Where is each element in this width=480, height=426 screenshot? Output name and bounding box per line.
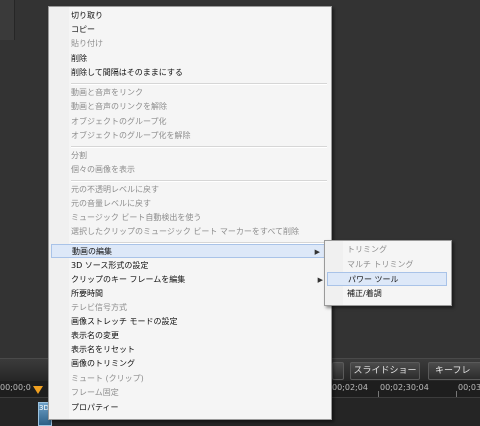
menu-item-properties[interactable]: プロパティー bbox=[69, 401, 329, 415]
menu-item-ungroup-objects[interactable]: オブジェクトのグループ化を解除 bbox=[69, 129, 329, 143]
menu-item-reset-volume[interactable]: 元の音量レベルに戻す bbox=[69, 197, 329, 211]
menu-separator bbox=[71, 146, 327, 148]
menu-item-music-beat-detect[interactable]: ミュージック ビート自動検出を使う bbox=[69, 211, 329, 225]
menu-item-edit-clip-keyframes[interactable]: クリップのキー フレームを編集 ▶ bbox=[69, 273, 329, 287]
menu-item-reset-name[interactable]: 表示名をリセット bbox=[69, 343, 329, 357]
submenu-item-power-tool[interactable]: パワー ツール bbox=[327, 272, 447, 286]
menu-item-crop-image[interactable]: 画像のトリミング bbox=[69, 357, 329, 371]
edit-video-submenu: トリミング マルチ トリミング パワー ツール 補正/着調 bbox=[324, 240, 452, 306]
menu-item-show-individual-images[interactable]: 個々の画像を表示 bbox=[69, 163, 329, 177]
menu-item-delete[interactable]: 削除 bbox=[69, 52, 329, 66]
menu-item-freeze-frame[interactable]: フレーム固定 bbox=[69, 386, 329, 400]
context-menu: 切り取り コピー 貼り付け 削除 削除して間隔はそのままにする 動画と音声をリン… bbox=[48, 6, 332, 420]
menu-item-remove-beat-markers[interactable]: 選択したクリップのミュージック ビート マーカーをすべて削除 bbox=[69, 225, 329, 239]
keyframe-button[interactable]: キーフレ bbox=[428, 362, 480, 380]
toolbar-button-partial[interactable] bbox=[332, 362, 344, 380]
ruler-tick bbox=[456, 391, 457, 397]
timecode-label: 00;03 bbox=[458, 383, 480, 392]
menu-item-split[interactable]: 分割 bbox=[69, 149, 329, 163]
submenu-arrow-icon: ▶ bbox=[317, 276, 323, 284]
menu-item-unlink-video-audio[interactable]: 動画と音声のリンクを解除 bbox=[69, 100, 329, 114]
menu-item-3d-source-format[interactable]: 3D ソース形式の設定 bbox=[69, 259, 329, 273]
menu-icon-gutter bbox=[49, 7, 69, 419]
menu-item-group-objects[interactable]: オブジェクトのグループ化 bbox=[69, 115, 329, 129]
menu-item-cut[interactable]: 切り取り bbox=[69, 9, 329, 23]
submenu-item-multi-trim[interactable]: マルチ トリミング bbox=[347, 258, 447, 272]
timecode-label: 00;02;30;04 bbox=[380, 383, 429, 392]
menu-item-link-video-audio[interactable]: 動画と音声をリンク bbox=[69, 86, 329, 100]
menu-item-edit-video[interactable]: 動画の編集 ▶ bbox=[51, 244, 327, 258]
menu-item-paste[interactable]: 貼り付け bbox=[69, 37, 329, 51]
submenu-item-color-correction[interactable]: 補正/着調 bbox=[347, 287, 447, 301]
submenu-item-trim[interactable]: トリミング bbox=[347, 243, 447, 257]
timecode-label: 00;02;04 bbox=[332, 383, 368, 392]
ruler-tick bbox=[378, 391, 379, 397]
playhead-marker[interactable] bbox=[33, 386, 43, 394]
menu-item-image-stretch-mode[interactable]: 画像ストレッチ モードの設定 bbox=[69, 315, 329, 329]
preview-panel-edge bbox=[0, 0, 15, 40]
menu-item-rename[interactable]: 表示名の変更 bbox=[69, 329, 329, 343]
menu-item-mute-clip[interactable]: ミュート (クリップ) bbox=[69, 372, 329, 386]
submenu-arrow-icon: ▶ bbox=[314, 248, 320, 256]
menu-item-tv-format[interactable]: テレビ信号方式 bbox=[69, 301, 329, 315]
menu-separator bbox=[71, 83, 327, 85]
slideshow-button[interactable]: スライドショー bbox=[350, 362, 420, 380]
menu-separator bbox=[71, 180, 327, 182]
menu-item-reset-opacity[interactable]: 元の不透明レベルに戻す bbox=[69, 183, 329, 197]
menu-item-copy[interactable]: コピー bbox=[69, 23, 329, 37]
timecode-label: 00;00;0 bbox=[0, 383, 31, 392]
menu-item-delete-keep-gap[interactable]: 削除して間隔はそのままにする bbox=[69, 66, 329, 80]
menu-item-duration[interactable]: 所要時間 bbox=[69, 287, 329, 301]
